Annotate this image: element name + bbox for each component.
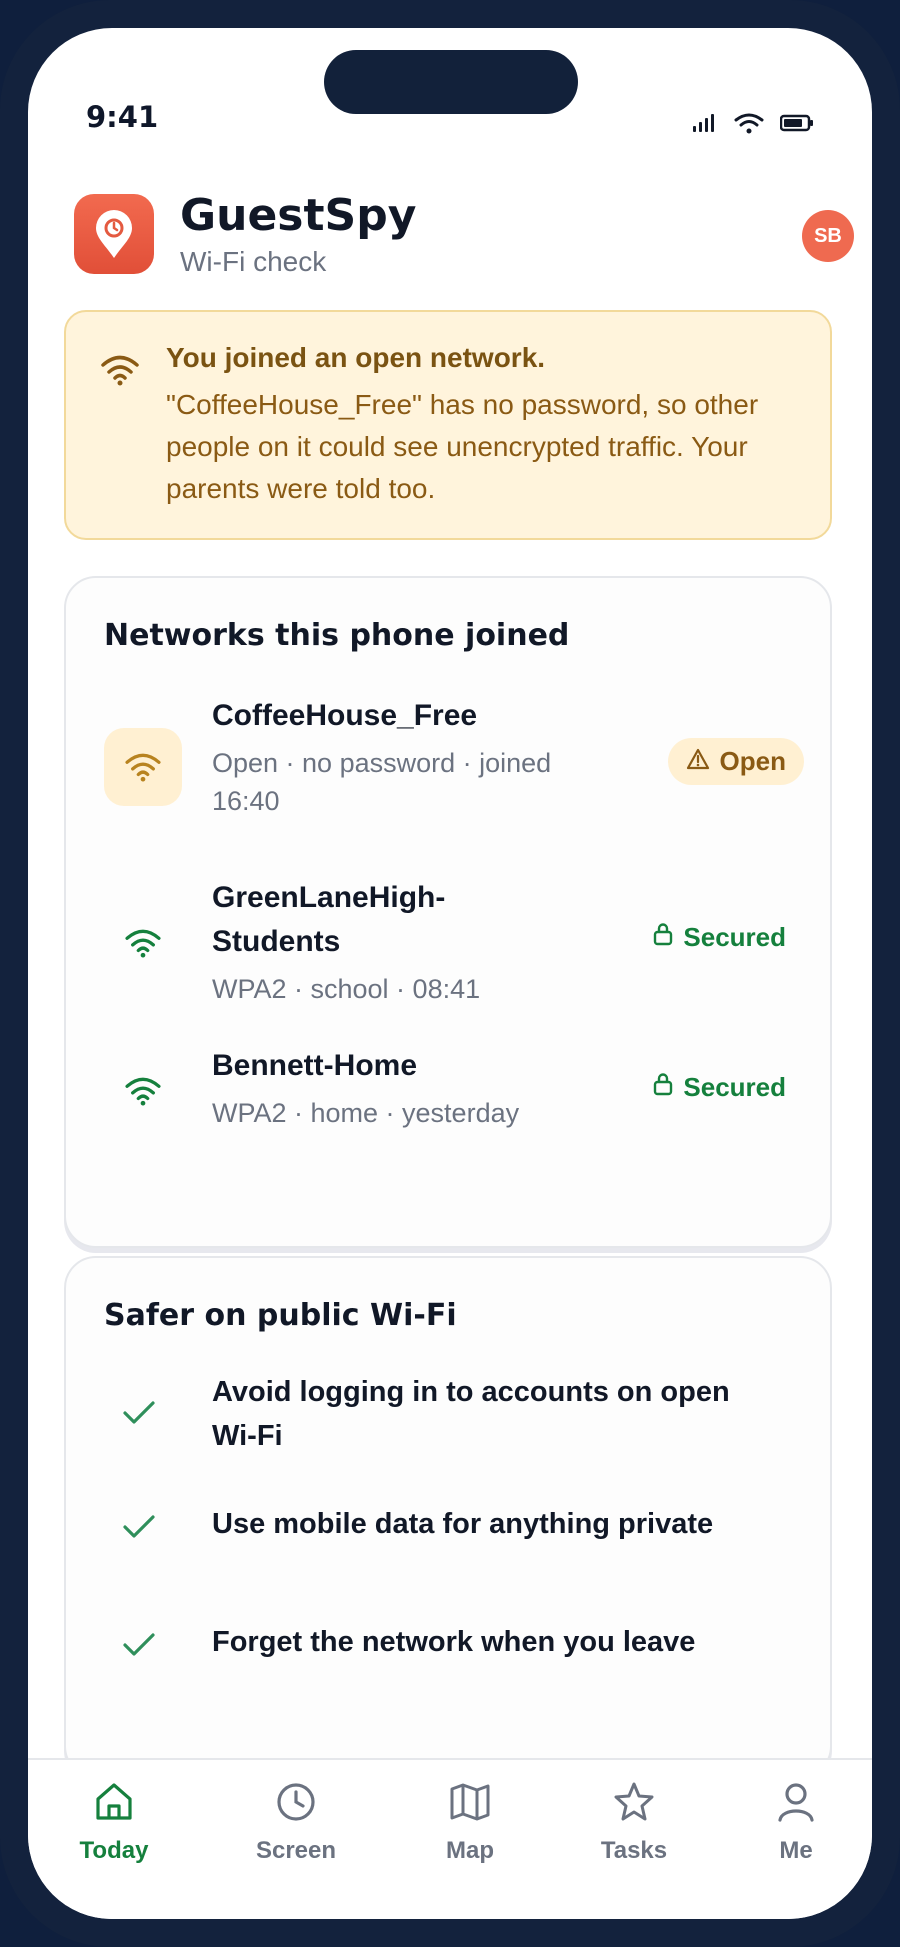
tab-today[interactable]: Today [54,1780,174,1865]
map-icon [448,1780,492,1829]
tip-item: Use mobile data for anything private [104,1502,804,1562]
check-icon [122,1632,156,1663]
network-meta: Open · no password · joined 16:40 [212,748,552,816]
tab-screen[interactable]: Screen [236,1780,356,1865]
alert-body: "CoffeeHouse_Free" has no password, so o… [166,389,759,504]
network-row[interactable]: CoffeeHouse_Free Open · no password · jo… [104,694,804,824]
location-pin-icon [74,194,154,274]
tab-label: Me [779,1837,813,1864]
tab-tasks[interactable]: Tasks [574,1780,694,1865]
tips-title: Safer on public Wi-Fi [104,1298,457,1333]
status-badge: Secured [653,1072,786,1103]
app-title: GuestSpy [180,190,417,241]
tab-label: Screen [255,1837,337,1864]
tip-item: Avoid logging in to accounts on open Wi-… [104,1370,804,1470]
wifi-icon [734,112,764,139]
wifi-icon [104,1052,182,1130]
tab-label: Map [446,1837,494,1864]
tab-label: Today [79,1837,149,1864]
network-meta: WPA2 · home · yesterday [212,1098,520,1128]
check-icon [122,1400,156,1431]
status-badge: Open [667,738,804,785]
network-name: GreenLaneHigh-Students [212,881,446,958]
status-time: 9:41 [86,100,159,134]
home-icon [92,1780,136,1829]
tip-text: Forget the network when you leave [212,1626,696,1658]
app-header: GuestSpy Wi-Fi check SB [74,190,854,280]
dynamic-island [324,50,578,114]
network-row[interactable]: GreenLaneHigh-Students WPA2 · school · 0… [104,876,804,1006]
tip-item: Forget the network when you leave [104,1620,804,1680]
network-name: Bennett-Home [212,1049,418,1082]
network-meta: WPA2 · school · 08:41 [212,974,481,1004]
clock-icon [274,1780,318,1829]
star-icon [612,1780,656,1829]
wifi-icon [100,354,140,391]
status-badge-label: Secured [683,1072,786,1102]
signal-icon [692,113,718,138]
network-name: CoffeeHouse_Free [212,699,478,732]
networks-title: Networks this phone joined [104,618,570,653]
tab-label: Tasks [600,1837,668,1864]
battery-icon [779,114,814,137]
app-subtitle: Wi-Fi check [180,246,327,277]
tip-text: Use mobile data for anything private [212,1508,714,1540]
wifi-icon [104,728,182,806]
status-badge: Secured [653,922,786,953]
alert-title: You joined an open network. [166,342,546,373]
wifi-icon [104,904,182,982]
status-badge-label: Open [719,746,786,776]
tip-text: Avoid logging in to accounts on open Wi-… [212,1376,730,1452]
networks-card: Networks this phone joined CoffeeHouse_F… [64,576,832,1248]
avatar[interactable]: SB [802,210,854,262]
network-row[interactable]: Bennett-Home WPA2 · home · yesterday Sec… [104,1044,804,1144]
warning-icon [686,746,710,777]
lock-icon [653,922,673,953]
open-network-alert: You joined an open network. "CoffeeHouse… [64,310,832,540]
tab-me[interactable]: Me [736,1780,856,1865]
tab-bar: Today Screen Map Tasks Me [28,1758,872,1919]
tab-map[interactable]: Map [410,1780,530,1865]
user-icon [774,1780,818,1829]
lock-icon [653,1072,673,1103]
phone-screen: 9:41 GuestSpy Wi-Fi check SB You joined … [28,28,872,1919]
phone-frame: 9:41 GuestSpy Wi-Fi check SB You joined … [0,0,900,1947]
tips-card: Safer on public Wi-Fi Avoid logging in t… [64,1256,832,1778]
check-icon [122,1514,156,1545]
status-badge-label: Secured [683,922,786,952]
status-icons [692,112,814,139]
